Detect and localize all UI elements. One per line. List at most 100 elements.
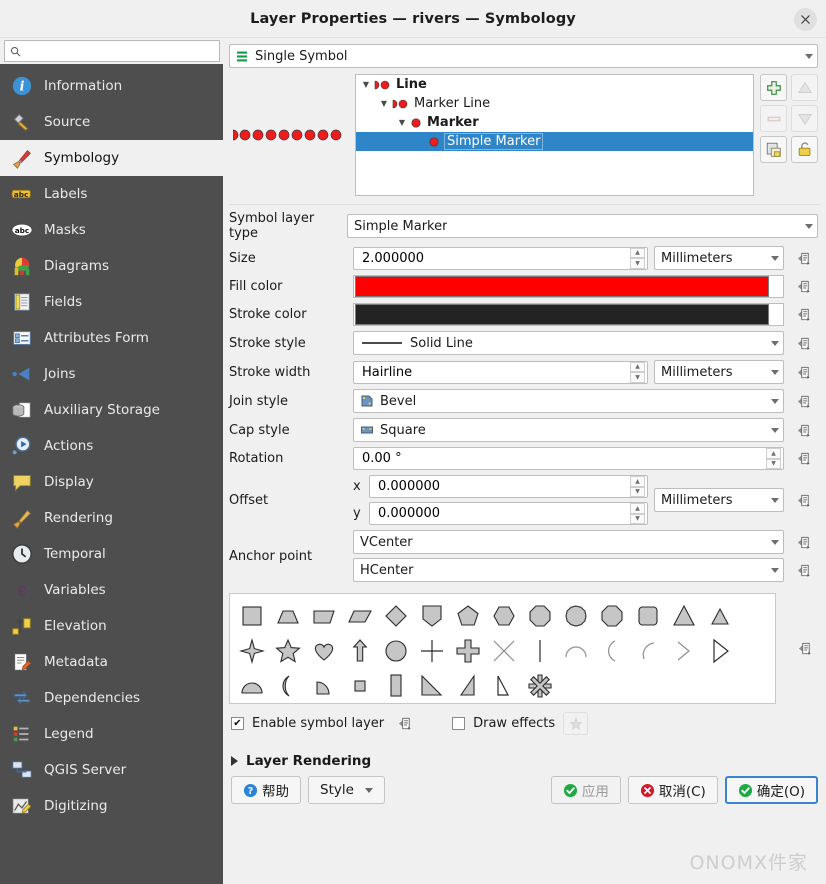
search-box[interactable] [4, 40, 220, 62]
shape-small-square[interactable] [342, 670, 378, 702]
layer-rendering-toggle[interactable]: Layer Rendering [223, 735, 826, 769]
shape-decagon[interactable] [558, 600, 594, 632]
shape-trapezoid[interactable] [270, 600, 306, 632]
draw-effects-checkbox[interactable] [452, 717, 466, 730]
stroke-color-dropdown[interactable] [770, 303, 784, 326]
chevron-down-icon[interactable]: ▼ [396, 118, 408, 127]
sidebar-item-symbology[interactable]: Symbology [0, 140, 223, 176]
symbol-tree-row[interactable]: ▼ Marker Line [356, 94, 753, 113]
offset-unit-combo[interactable]: Millimeters [654, 488, 784, 512]
shape-rounded-square[interactable] [630, 600, 666, 632]
rotation-input[interactable]: ▲▼ [353, 447, 784, 470]
offset-data-defined-override-button[interactable] [790, 493, 818, 508]
anchor-horizontal-data-defined-override-button[interactable] [790, 563, 818, 578]
shape-thin-triangle[interactable] [486, 670, 522, 702]
offset-x-value[interactable] [376, 478, 630, 495]
sidebar-item-qgis-server[interactable]: QGIS Server [0, 752, 223, 788]
sidebar-item-fields[interactable]: Fields [0, 284, 223, 320]
fill-color-control[interactable] [353, 275, 784, 298]
anchor-horizontal-combo[interactable]: HCenter [353, 558, 784, 582]
symbol-tree-row[interactable]: Simple Marker [356, 132, 753, 151]
shape-hexagon[interactable] [486, 600, 522, 632]
sidebar-item-source[interactable]: Source [0, 104, 223, 140]
shape-right-triangle-sw[interactable] [450, 670, 486, 702]
sidebar-item-digitizing[interactable]: Digitizing [0, 788, 223, 824]
help-button[interactable]: ? 帮助 [231, 776, 301, 804]
style-button[interactable]: Style [308, 776, 385, 804]
stroke-style-data-defined-override-button[interactable] [790, 336, 818, 351]
fill-color-data-defined-override-button[interactable] [790, 279, 818, 294]
search-input[interactable] [26, 43, 214, 59]
shape-triangle[interactable] [666, 600, 702, 632]
shape-asterisk-fill[interactable] [522, 670, 558, 702]
shape-square[interactable] [234, 600, 270, 632]
sidebar-item-temporal[interactable]: Temporal [0, 536, 223, 572]
size-unit-combo[interactable]: Millimeters [654, 246, 784, 270]
size-input[interactable]: ▲▼ [353, 246, 648, 270]
join-style-combo[interactable]: Bevel [353, 389, 784, 413]
anchor-vertical-combo[interactable]: VCenter [353, 530, 784, 554]
offset-y-value[interactable] [376, 505, 630, 522]
shape-pentagon[interactable] [450, 600, 486, 632]
shape-pentagon-shield[interactable] [414, 600, 450, 632]
symbol-layer-tree[interactable]: ▼ Line ▼ Marker Line ▼ Marker Simple Marker [355, 74, 754, 196]
join-style-data-defined-override-button[interactable] [790, 394, 818, 409]
shape-cross-fill[interactable] [450, 635, 486, 667]
shape-third-arc[interactable] [630, 635, 666, 667]
shape-quarter-circle[interactable] [306, 670, 342, 702]
sidebar-item-labels[interactable]: abc Labels [0, 176, 223, 212]
sidebar-item-diagrams[interactable]: Diagrams [0, 248, 223, 284]
chevron-down-icon[interactable]: ▼ [360, 80, 372, 89]
sidebar-item-elevation[interactable]: Elevation [0, 608, 223, 644]
shape-right-triangle-se[interactable] [414, 670, 450, 702]
shape-cross2[interactable] [486, 635, 522, 667]
sidebar-item-display[interactable]: Display [0, 464, 223, 500]
shape-right-half-triangle[interactable] [702, 635, 738, 667]
rotation-data-defined-override-button[interactable] [790, 451, 818, 466]
sidebar-item-legend[interactable]: Legend [0, 716, 223, 752]
sidebar-item-information[interactable]: i Information [0, 68, 223, 104]
anchor-vertical-data-defined-override-button[interactable] [790, 535, 818, 550]
shape-rectangle[interactable] [378, 670, 414, 702]
shape-semicircle[interactable] [234, 670, 270, 702]
sidebar-item-masks[interactable]: abc Masks [0, 212, 223, 248]
size-value[interactable] [360, 249, 630, 267]
fill-color-dropdown[interactable] [770, 275, 784, 298]
rotation-value[interactable] [360, 450, 766, 467]
close-icon[interactable] [794, 8, 817, 31]
cancel-button[interactable]: 取消(C) [627, 776, 718, 804]
shape-parallelogram-right[interactable] [306, 600, 342, 632]
ok-button[interactable]: 确定(O) [724, 776, 818, 804]
shape-octagon[interactable] [522, 600, 558, 632]
shape-picker[interactable] [229, 593, 776, 704]
chevron-down-icon[interactable]: ▼ [378, 99, 390, 108]
shape-angled-cross[interactable] [666, 635, 702, 667]
shape-parallelogram-left[interactable] [342, 600, 378, 632]
duplicate-button[interactable] [760, 136, 787, 163]
offset-y-stepper[interactable]: ▲ ▼ [630, 503, 645, 524]
sidebar-item-actions[interactable]: Actions [0, 428, 223, 464]
size-stepper[interactable]: ▲ ▼ [630, 247, 645, 269]
apply-button[interactable]: 应用 [550, 776, 621, 804]
symbol-layer-type-combo[interactable]: Simple Marker [347, 214, 818, 238]
stroke-width-stepper[interactable]: ▲ ▼ [630, 361, 645, 383]
sidebar-item-joins[interactable]: Joins [0, 356, 223, 392]
shape-data-defined-override-button[interactable] [784, 593, 826, 704]
fill-color-field[interactable] [353, 275, 770, 298]
shape-heart[interactable] [306, 635, 342, 667]
rotation-stepper[interactable]: ▲ ▼ [766, 448, 781, 469]
sidebar-item-rendering[interactable]: Rendering [0, 500, 223, 536]
stroke-width-data-defined-override-button[interactable] [790, 365, 818, 380]
enable-symbol-layer-data-defined-override-button[interactable] [392, 716, 418, 731]
offset-x-input[interactable]: ▲▼ [369, 475, 648, 498]
symbol-tree-row[interactable]: ▼ Line [356, 75, 753, 94]
stroke-color-field[interactable] [353, 303, 770, 326]
stroke-width-value[interactable] [360, 363, 630, 381]
stroke-color-control[interactable] [353, 303, 784, 326]
cap-style-combo[interactable]: Square [353, 418, 784, 442]
shape-star-5[interactable] [270, 635, 306, 667]
shape-line[interactable] [522, 635, 558, 667]
shape-circle[interactable] [378, 635, 414, 667]
stroke-width-input[interactable]: ▲▼ [353, 360, 648, 384]
stroke-style-combo[interactable]: Solid Line [353, 331, 784, 355]
